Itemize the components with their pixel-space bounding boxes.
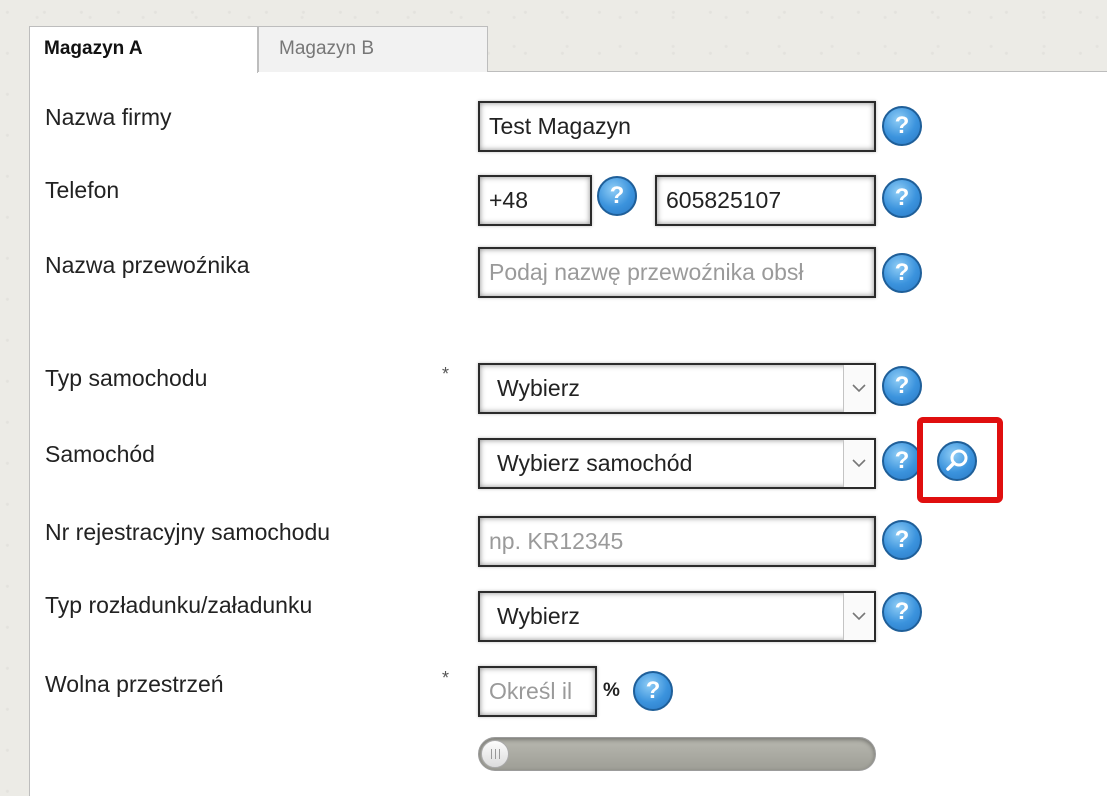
- carrier-name-label: Nazwa przewoźnika: [45, 252, 250, 278]
- chevron-down-icon[interactable]: [843, 440, 874, 487]
- unloading-type-help-icon[interactable]: ?: [882, 592, 922, 632]
- phone-number-input[interactable]: 605825107: [655, 175, 876, 226]
- tab-magazyn-a[interactable]: Magazyn A: [29, 26, 258, 73]
- company-name-help-icon[interactable]: ?: [882, 106, 922, 146]
- registration-input[interactable]: np. KR12345: [478, 516, 876, 567]
- vehicle-type-required-mark: *: [442, 364, 450, 384]
- phone-label: Telefon: [45, 177, 120, 203]
- free-space-help-icon[interactable]: ?: [633, 671, 673, 711]
- free-space-label: Wolna przestrzeń: [45, 671, 224, 697]
- registration-help-icon[interactable]: ?: [882, 520, 922, 560]
- vehicle-select[interactable]: Wybierz samochód: [478, 438, 876, 489]
- free-space-required-mark: *: [442, 668, 450, 688]
- search-button-highlight: [917, 417, 1003, 503]
- phone-prefix-help-icon[interactable]: ?: [597, 176, 637, 216]
- phone-number-help-icon[interactable]: ?: [882, 178, 922, 218]
- chevron-down-icon[interactable]: [843, 365, 874, 412]
- company-name-input[interactable]: Test Magazyn: [478, 101, 876, 152]
- vehicle-type-help-icon[interactable]: ?: [882, 366, 922, 406]
- free-space-input[interactable]: Określ il: [478, 666, 597, 717]
- tab-magazyn-b[interactable]: Magazyn B: [258, 26, 488, 72]
- vehicle-label: Samochód: [45, 441, 155, 467]
- tab-bar-divider: [488, 71, 1107, 72]
- carrier-name-input[interactable]: Podaj nazwę przewoźnika obsł: [478, 247, 876, 298]
- free-space-slider[interactable]: [478, 737, 876, 771]
- chevron-down-icon[interactable]: [843, 593, 874, 640]
- carrier-name-help-icon[interactable]: ?: [882, 253, 922, 293]
- vehicle-selected-value: Wybierz samochód: [497, 450, 693, 476]
- percent-unit: %: [603, 680, 620, 701]
- unloading-type-label: Typ rozładunku/załadunku: [45, 592, 313, 618]
- vehicle-help-icon[interactable]: ?: [882, 441, 922, 481]
- slider-handle[interactable]: [481, 740, 509, 768]
- vehicle-type-select[interactable]: Wybierz: [478, 363, 876, 414]
- registration-label: Nr rejestracyjny samochodu: [45, 519, 331, 545]
- vehicle-type-label: Typ samochodu: [45, 365, 208, 391]
- unloading-type-selected-value: Wybierz: [497, 603, 580, 629]
- phone-prefix-input[interactable]: +48: [478, 175, 592, 226]
- unloading-type-select[interactable]: Wybierz: [478, 591, 876, 642]
- vehicle-type-selected-value: Wybierz: [497, 375, 580, 401]
- company-name-label: Nazwa firmy: [45, 104, 172, 130]
